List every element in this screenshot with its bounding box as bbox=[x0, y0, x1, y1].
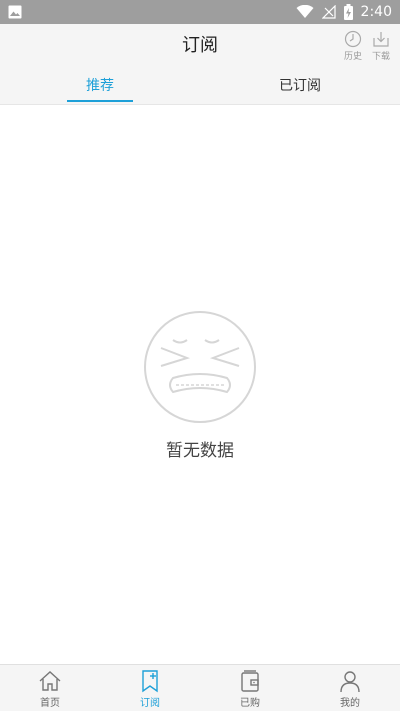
signal-icon bbox=[321, 5, 336, 19]
wallet-icon bbox=[241, 670, 259, 692]
tab-bar: 推荐 已订阅 bbox=[0, 68, 400, 105]
header: 订阅 历史 下载 bbox=[0, 24, 400, 68]
tab-indicator bbox=[67, 100, 133, 102]
nav-home-label: 首页 bbox=[40, 698, 60, 709]
history-label: 历史 bbox=[343, 52, 362, 62]
user-icon bbox=[340, 671, 360, 693]
nav-item-home[interactable]: 首页 bbox=[0, 665, 100, 711]
history-button[interactable]: 历史 bbox=[339, 30, 367, 64]
nav-item-subscribe[interactable]: 订阅 bbox=[100, 665, 200, 711]
status-bar: 2:40 bbox=[0, 0, 400, 24]
sad-face-icon bbox=[144, 311, 256, 423]
nav-item-purchased[interactable]: 已购 bbox=[200, 665, 300, 711]
status-time: 2:40 bbox=[360, 4, 392, 20]
tab-subscribed[interactable]: 已订阅 bbox=[200, 68, 400, 104]
download-button[interactable]: 下载 bbox=[367, 30, 395, 64]
image-icon bbox=[8, 5, 22, 19]
nav-me-label: 我的 bbox=[340, 698, 360, 709]
nav-purchased-label: 已购 bbox=[240, 698, 260, 709]
empty-state: 暂无数据 bbox=[0, 310, 400, 461]
nav-item-me[interactable]: 我的 bbox=[300, 665, 400, 711]
wifi-icon bbox=[296, 5, 314, 18]
battery-icon bbox=[343, 4, 353, 20]
download-icon bbox=[373, 32, 389, 47]
empty-message: 暂无数据 bbox=[166, 441, 234, 461]
subscribe-icon bbox=[142, 670, 158, 693]
home-icon bbox=[39, 671, 61, 691]
nav-subscribe-label: 订阅 bbox=[140, 698, 160, 709]
download-label: 下载 bbox=[371, 52, 390, 62]
tab-recommend[interactable]: 推荐 bbox=[0, 68, 200, 104]
tab-subscribed-label: 已订阅 bbox=[279, 78, 321, 94]
bottom-nav: 首页 订阅 已购 我的 bbox=[0, 664, 400, 711]
tab-recommend-label: 推荐 bbox=[86, 78, 114, 94]
history-icon bbox=[344, 30, 362, 48]
